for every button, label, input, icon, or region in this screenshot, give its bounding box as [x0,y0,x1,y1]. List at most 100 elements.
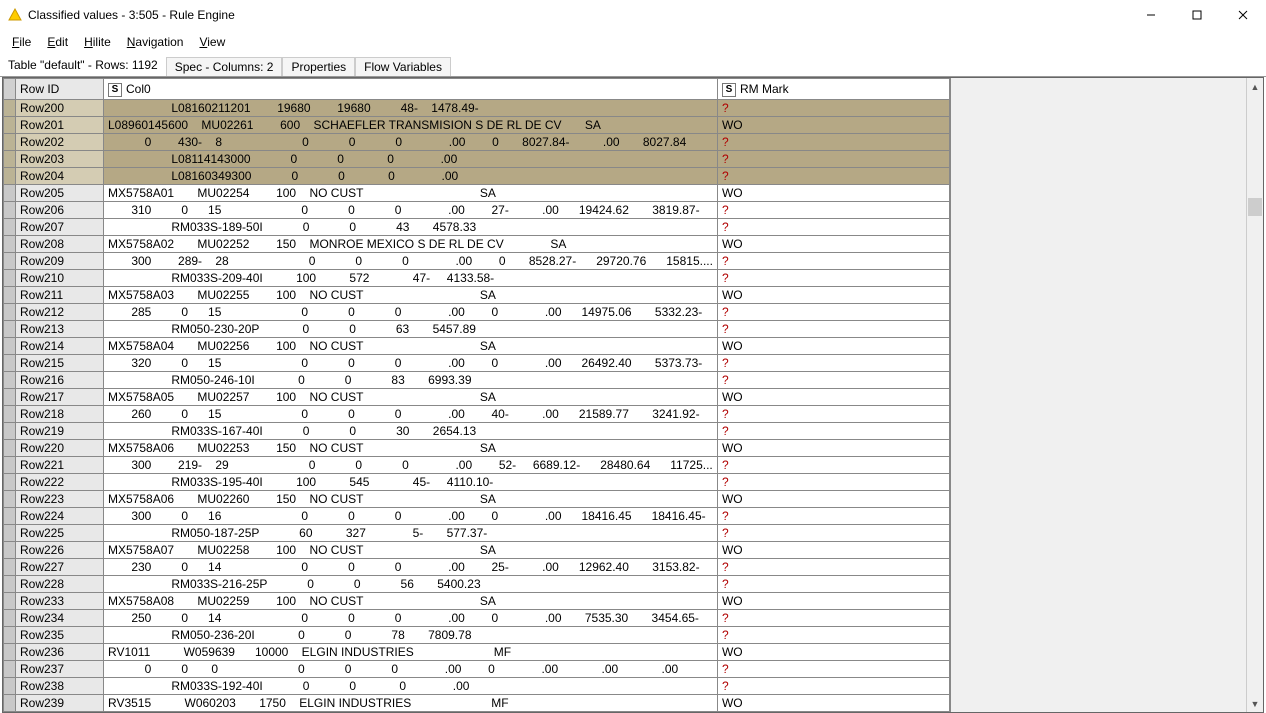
row-id-cell[interactable]: Row202 [16,134,104,151]
row-id-cell[interactable]: Row216 [16,372,104,389]
col0-cell[interactable]: RV1011 W059639 10000 ELGIN INDUSTRIES MF [104,644,718,661]
table-row[interactable]: Row204 L08160349300 0 0 0 .00? [4,168,950,185]
row-id-cell[interactable]: Row240 [16,712,104,713]
table-row[interactable]: Row218 260 0 15 0 0 0 .00 40- .00 21589.… [4,406,950,423]
table-row[interactable]: Row200 L08160211201 19680 19680 48- 1478… [4,100,950,117]
col0-cell[interactable]: 0 0 0 0 0 0 .00 0 .00 .00 .00 [104,661,718,678]
table-row[interactable]: Row201L08960145600 MU02261 600 SCHAEFLER… [4,117,950,134]
tab-flow-variables[interactable]: Flow Variables [355,57,451,76]
rmmark-cell[interactable]: ? [717,627,949,644]
row-id-cell[interactable]: Row205 [16,185,104,202]
rmmark-cell[interactable]: WO [717,287,949,304]
table-row[interactable]: Row202 0 430- 8 0 0 0 .00 0 8027.84- .00… [4,134,950,151]
tab-spec[interactable]: Spec - Columns: 2 [166,57,283,76]
col0-cell[interactable]: MX5758A03 MU02255 100 NO CUST SA [104,287,718,304]
table-row[interactable]: Row212 285 0 15 0 0 0 .00 0 .00 14975.06… [4,304,950,321]
row-marker[interactable] [4,508,16,525]
row-marker[interactable] [4,287,16,304]
rmmark-cell[interactable]: ? [717,100,949,117]
rmmark-cell[interactable]: WO [717,117,949,134]
col0-cell[interactable]: RM033S-192-40I 0 0 0 .00 [104,678,718,695]
row-id-cell[interactable]: Row239 [16,695,104,712]
row-id-cell[interactable]: Row237 [16,661,104,678]
table-row[interactable]: Row227 230 0 14 0 0 0 .00 25- .00 12962.… [4,559,950,576]
row-marker[interactable] [4,117,16,134]
row-id-cell[interactable]: Row206 [16,202,104,219]
table-row[interactable]: Row205MX5758A01 MU02254 100 NO CUST SAWO [4,185,950,202]
col0-cell[interactable]: L08960145600 MU02261 600 SCHAEFLER TRANS… [104,117,718,134]
rmmark-cell[interactable]: WO [717,491,949,508]
row-id-cell[interactable]: Row218 [16,406,104,423]
table-row[interactable]: Row226MX5758A07 MU02258 100 NO CUST SAWO [4,542,950,559]
rmmark-cell[interactable]: ? [717,168,949,185]
row-marker[interactable] [4,644,16,661]
col0-cell[interactable]: RM033S-195-40I 100 545 45- 4110.10- [104,474,718,491]
col0-cell[interactable]: 320 0 15 0 0 0 .00 0 .00 26492.40 5373.7… [104,355,718,372]
table-row[interactable]: Row221 300 219- 29 0 0 0 .00 52- 6689.12… [4,457,950,474]
row-id-cell[interactable]: Row204 [16,168,104,185]
row-marker[interactable] [4,372,16,389]
rmmark-cell[interactable]: WO [717,644,949,661]
rmmark-cell[interactable]: ? [717,559,949,576]
rmmark-cell[interactable]: ? [717,321,949,338]
rmmark-cell[interactable]: ? [717,508,949,525]
row-id-cell[interactable]: Row220 [16,440,104,457]
col0-cell[interactable]: 300 219- 29 0 0 0 .00 52- 6689.12- 28480… [104,457,718,474]
header-rowmark[interactable] [4,79,16,100]
table-row[interactable]: Row220MX5758A06 MU02253 150 NO CUST SAWO [4,440,950,457]
col0-cell[interactable]: L08114143000 0 0 0 .00 [104,151,718,168]
close-button[interactable] [1220,0,1266,30]
col0-cell[interactable]: MX5758A06 MU02253 150 NO CUST SA [104,440,718,457]
col0-cell[interactable]: MX5758A08 MU02259 100 NO CUST SA [104,593,718,610]
rmmark-cell[interactable]: ? [717,678,949,695]
scroll-thumb[interactable] [1248,198,1262,216]
row-marker[interactable] [4,168,16,185]
table-row[interactable]: Row207 RM033S-189-50I 0 0 43 4578.33? [4,219,950,236]
rmmark-cell[interactable]: ? [717,661,949,678]
scroll-down-button[interactable]: ▼ [1247,695,1263,712]
table-row[interactable]: Row210 RM033S-209-40I 100 572 47- 4133.5… [4,270,950,287]
row-id-cell[interactable]: Row214 [16,338,104,355]
row-marker[interactable] [4,542,16,559]
row-marker[interactable] [4,457,16,474]
row-id-cell[interactable]: Row228 [16,576,104,593]
rmmark-cell[interactable]: ? [717,457,949,474]
col0-cell[interactable]: L08160349300 0 0 0 .00 [104,168,718,185]
table-row[interactable]: Row238 RM033S-192-40I 0 0 0 .00? [4,678,950,695]
row-marker[interactable] [4,712,16,713]
table-row[interactable]: Row219 RM033S-167-40I 0 0 30 2654.13? [4,423,950,440]
row-marker[interactable] [4,593,16,610]
row-id-cell[interactable]: Row213 [16,321,104,338]
row-id-cell[interactable]: Row224 [16,508,104,525]
table-row[interactable]: Row228 RM033S-216-25P 0 0 56 5400.23? [4,576,950,593]
row-id-cell[interactable]: Row207 [16,219,104,236]
maximize-button[interactable] [1174,0,1220,30]
row-marker[interactable] [4,185,16,202]
rmmark-cell[interactable]: ? [717,423,949,440]
col0-cell[interactable]: 230 0 14 0 0 0 .00 25- .00 12962.40 3153… [104,559,718,576]
row-marker[interactable] [4,576,16,593]
table-row[interactable]: Row215 320 0 15 0 0 0 .00 0 .00 26492.40… [4,355,950,372]
header-col0[interactable]: SCol0 [104,79,718,100]
table-row[interactable]: Row233MX5758A08 MU02259 100 NO CUST SAWO [4,593,950,610]
table-row[interactable]: Row235 RM050-236-20I 0 0 78 7809.78? [4,627,950,644]
row-marker[interactable] [4,202,16,219]
col0-cell[interactable]: 0 430- 8 0 0 0 .00 0 8027.84- .00 8027.8… [104,134,718,151]
rmmark-cell[interactable]: WO [717,440,949,457]
row-marker[interactable] [4,695,16,712]
table-row[interactable]: Row208MX5758A02 MU02252 150 MONROE MEXIC… [4,236,950,253]
row-id-cell[interactable]: Row201 [16,117,104,134]
rmmark-cell[interactable]: ? [717,270,949,287]
col0-cell[interactable]: MX5758A01 MU02254 100 NO CUST SA [104,185,718,202]
table-row[interactable]: Row209 300 289- 28 0 0 0 .00 0 8528.27- … [4,253,950,270]
row-id-cell[interactable]: Row210 [16,270,104,287]
minimize-button[interactable] [1128,0,1174,30]
row-marker[interactable] [4,270,16,287]
row-marker[interactable] [4,100,16,117]
row-marker[interactable] [4,321,16,338]
menu-file[interactable]: File [5,33,38,51]
col0-cell[interactable]: 250 0 14 0 0 0 .00 0 .00 7535.30 3454.65… [104,610,718,627]
row-id-cell[interactable]: Row209 [16,253,104,270]
row-marker[interactable] [4,304,16,321]
row-marker[interactable] [4,406,16,423]
